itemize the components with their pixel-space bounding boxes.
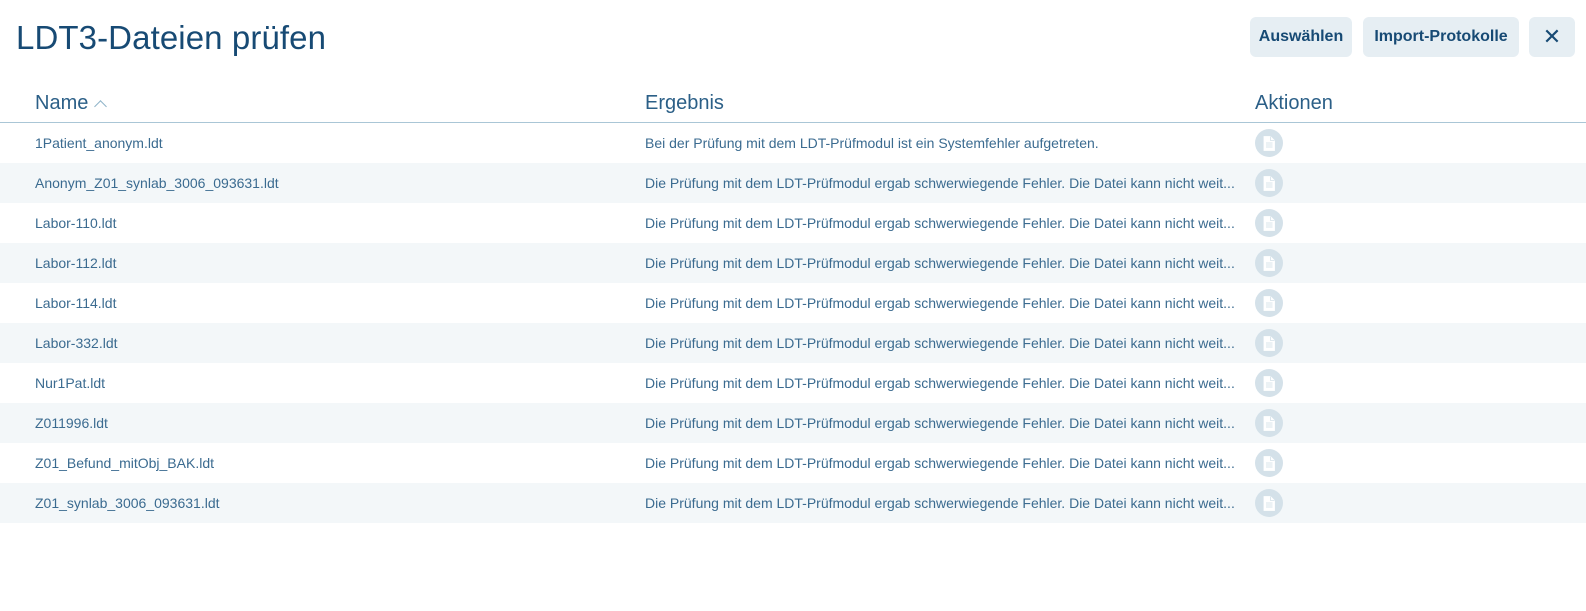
column-header-actions-label: Aktionen xyxy=(1255,92,1333,114)
close-icon: ✕ xyxy=(1542,24,1562,49)
document-icon xyxy=(1263,495,1275,511)
table-row[interactable]: 1Patient_anonym.ldt Bei der Prüfung mit … xyxy=(0,123,1586,163)
document-icon xyxy=(1263,135,1275,151)
result-cell: Die Prüfung mit dem LDT-Prüfmodul ergab … xyxy=(645,175,1235,191)
column-header-name-label: Name xyxy=(35,92,89,114)
view-document-button[interactable] xyxy=(1255,329,1283,357)
file-name-cell: 1Patient_anonym.ldt xyxy=(35,135,163,151)
file-name-cell: Labor-114.ldt xyxy=(35,295,117,311)
table-row[interactable]: Z01_synlab_3006_093631.ldt Die Prüfung m… xyxy=(0,483,1586,523)
actions-cell xyxy=(1255,403,1285,443)
file-name-cell: Z011996.ldt xyxy=(35,415,108,431)
file-name-cell: Z01_synlab_3006_093631.ldt xyxy=(35,495,220,511)
table-body: 1Patient_anonym.ldt Bei der Prüfung mit … xyxy=(0,123,1586,523)
view-document-button[interactable] xyxy=(1255,369,1283,397)
close-button[interactable]: ✕ xyxy=(1529,17,1575,57)
result-cell: Bei der Prüfung mit dem LDT-Prüfmodul is… xyxy=(645,135,1099,151)
actions-cell xyxy=(1255,363,1285,403)
select-button[interactable]: Auswählen xyxy=(1250,17,1352,57)
table-row[interactable]: Nur1Pat.ldt Die Prüfung mit dem LDT-Prüf… xyxy=(0,363,1586,403)
view-document-button[interactable] xyxy=(1255,409,1283,437)
table-row[interactable]: Anonym_Z01_synlab_3006_093631.ldt Die Pr… xyxy=(0,163,1586,203)
column-header-result-label: Ergebnis xyxy=(645,92,724,114)
table-row[interactable]: Z01_Befund_mitObj_BAK.ldt Die Prüfung mi… xyxy=(0,443,1586,483)
file-name-cell: Z01_Befund_mitObj_BAK.ldt xyxy=(35,455,214,471)
view-document-button[interactable] xyxy=(1255,289,1283,317)
result-cell: Die Prüfung mit dem LDT-Prüfmodul ergab … xyxy=(645,415,1235,431)
result-cell: Die Prüfung mit dem LDT-Prüfmodul ergab … xyxy=(645,215,1235,231)
files-table: Name Ergebnis Aktionen 1Patient_anonym.l… xyxy=(0,84,1586,523)
document-icon xyxy=(1263,455,1275,471)
file-name-cell: Labor-110.ldt xyxy=(35,215,117,231)
view-document-button[interactable] xyxy=(1255,449,1283,477)
table-row[interactable]: Labor-112.ldt Die Prüfung mit dem LDT-Pr… xyxy=(0,243,1586,283)
result-cell: Die Prüfung mit dem LDT-Prüfmodul ergab … xyxy=(645,335,1235,351)
document-icon xyxy=(1263,295,1275,311)
actions-cell xyxy=(1255,163,1285,203)
column-header-result: Ergebnis xyxy=(645,92,724,115)
result-cell: Die Prüfung mit dem LDT-Prüfmodul ergab … xyxy=(645,455,1235,471)
actions-cell xyxy=(1255,243,1285,283)
result-cell: Die Prüfung mit dem LDT-Prüfmodul ergab … xyxy=(645,255,1235,271)
file-name-cell: Labor-332.ldt xyxy=(35,335,118,351)
document-icon xyxy=(1263,415,1275,431)
document-icon xyxy=(1263,375,1275,391)
actions-cell xyxy=(1255,283,1285,323)
result-cell: Die Prüfung mit dem LDT-Prüfmodul ergab … xyxy=(645,375,1235,391)
document-icon xyxy=(1263,335,1275,351)
file-name-cell: Labor-112.ldt xyxy=(35,255,117,271)
table-row[interactable]: Labor-114.ldt Die Prüfung mit dem LDT-Pr… xyxy=(0,283,1586,323)
view-document-button[interactable] xyxy=(1255,489,1283,517)
column-header-name[interactable]: Name xyxy=(35,92,108,115)
view-document-button[interactable] xyxy=(1255,169,1283,197)
table-row[interactable]: Labor-332.ldt Die Prüfung mit dem LDT-Pr… xyxy=(0,323,1586,363)
sort-ascending-icon xyxy=(94,100,108,113)
ldt3-check-dialog: LDT3-Dateien prüfen Auswählen Import-Pro… xyxy=(0,0,1586,611)
table-row[interactable]: Labor-110.ldt Die Prüfung mit dem LDT-Pr… xyxy=(0,203,1586,243)
table-row[interactable]: Z011996.ldt Die Prüfung mit dem LDT-Prüf… xyxy=(0,403,1586,443)
actions-cell xyxy=(1255,323,1285,363)
document-icon xyxy=(1263,255,1275,271)
page-title: LDT3-Dateien prüfen xyxy=(16,19,327,56)
table-header: Name Ergebnis Aktionen xyxy=(0,84,1586,123)
column-header-actions: Aktionen xyxy=(1255,92,1333,115)
result-cell: Die Prüfung mit dem LDT-Prüfmodul ergab … xyxy=(645,295,1235,311)
view-document-button[interactable] xyxy=(1255,129,1283,157)
file-name-cell: Anonym_Z01_synlab_3006_093631.ldt xyxy=(35,175,279,191)
view-document-button[interactable] xyxy=(1255,209,1283,237)
file-name-cell: Nur1Pat.ldt xyxy=(35,375,106,391)
actions-cell xyxy=(1255,203,1285,243)
view-document-button[interactable] xyxy=(1255,249,1283,277)
result-cell: Die Prüfung mit dem LDT-Prüfmodul ergab … xyxy=(645,495,1235,511)
actions-cell xyxy=(1255,483,1285,523)
import-protocols-button[interactable]: Import-Protokolle xyxy=(1363,17,1519,57)
document-icon xyxy=(1263,175,1275,191)
dialog-header: LDT3-Dateien prüfen Auswählen Import-Pro… xyxy=(0,0,1586,76)
actions-cell xyxy=(1255,123,1285,163)
document-icon xyxy=(1263,215,1275,231)
actions-cell xyxy=(1255,443,1285,483)
